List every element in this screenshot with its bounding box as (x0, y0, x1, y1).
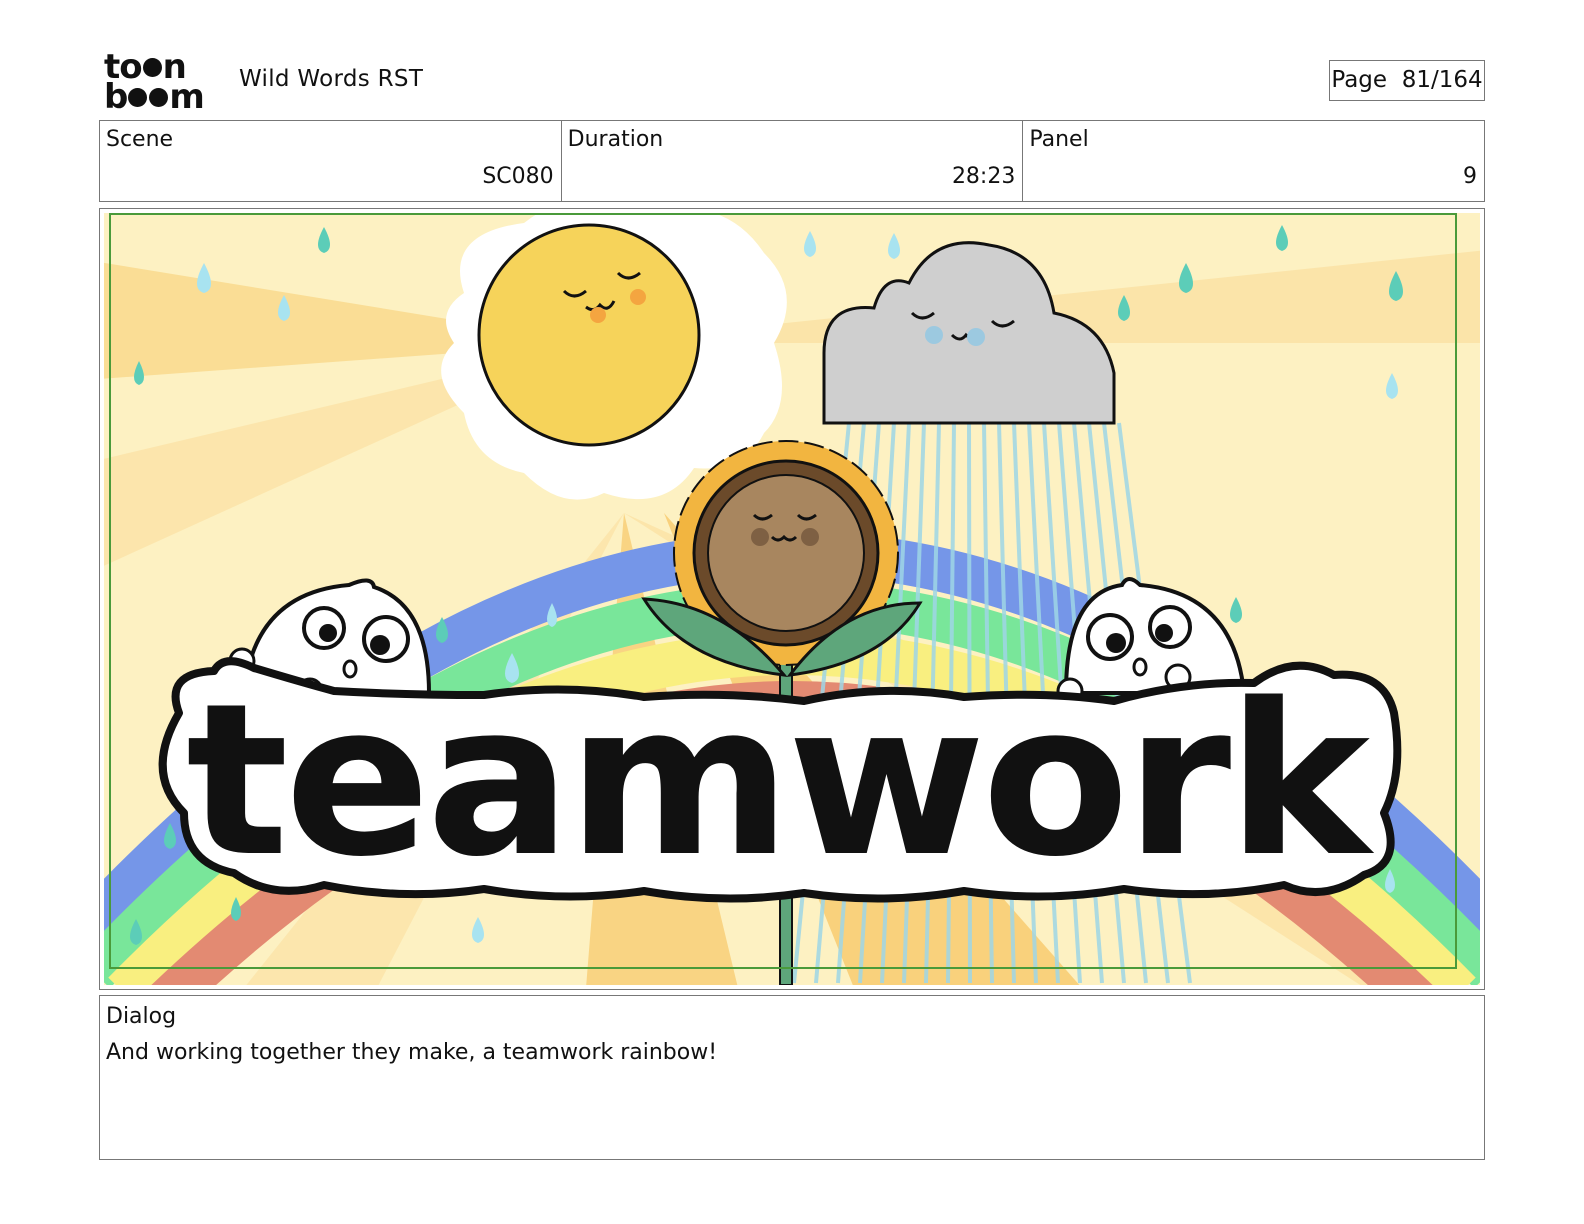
cloud-cheek (967, 328, 985, 346)
panel-label: Panel (1029, 127, 1089, 152)
duration-value: 28:23 (951, 164, 1016, 189)
sun-cheek (590, 307, 606, 323)
dialog-label: Dialog (106, 1004, 177, 1029)
scene-label: Scene (106, 127, 174, 152)
page-indicator: Page 81/164 (1329, 60, 1485, 101)
sun-character (477, 223, 701, 447)
flower-cheek (801, 528, 819, 546)
dialog-text: And working together they make, a teamwo… (106, 1040, 718, 1065)
sun-cheek (630, 289, 646, 305)
scene-value: SC080 (482, 164, 554, 189)
project-title: Wild Words RST (239, 66, 424, 92)
logo-text-bottom-end: m (169, 77, 204, 117)
logo-text-bottom-start: b (104, 77, 128, 117)
flower-cheek (751, 528, 769, 546)
duration-cell: Duration 28:23 (562, 121, 1024, 201)
scene-cell: Scene SC080 (100, 121, 562, 201)
logo-dot-icon (142, 57, 162, 77)
duration-label: Duration (567, 127, 664, 152)
panel-cell: Panel 9 (1023, 121, 1484, 201)
toon-boom-logo: to n b m (104, 50, 216, 117)
panel-value: 9 (1463, 164, 1478, 189)
storyboard-panel-image: teamwork (104, 213, 1480, 985)
panel-info-table: Scene SC080 Duration 28:23 Panel 9 (99, 120, 1485, 202)
logo-dot-icon (128, 87, 148, 107)
page-label: Page (1331, 67, 1388, 93)
cloud-cheek (925, 326, 943, 344)
logo-dot-icon (149, 87, 169, 107)
page-value: 81/164 (1401, 67, 1483, 93)
teamwork-banner-text: teamwork (186, 658, 1375, 903)
dialog-box: Dialog And working together they make, a… (99, 995, 1485, 1160)
